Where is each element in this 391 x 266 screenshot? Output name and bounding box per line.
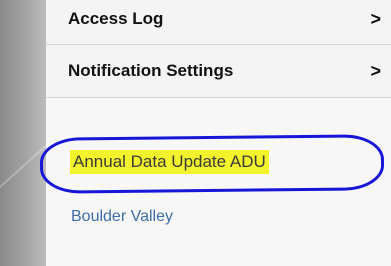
menu-item-label: Notification Settings — [68, 61, 234, 80]
links-section: Annual Data Update ADU Boulder Valley — [39, 98, 391, 266]
menu-item-notification-settings[interactable]: Notification Settings > — [46, 45, 391, 98]
chevron-right-icon: > — [370, 8, 381, 29]
chevron-right-icon: > — [370, 60, 381, 81]
menu-item-access-log[interactable]: Access Log > — [46, 0, 391, 45]
side-menu-panel: Access Log > Notification Settings > Ann… — [39, 0, 391, 266]
boulder-valley-link[interactable]: Boulder Valley — [71, 208, 173, 226]
menu-item-label: Access Log — [68, 9, 164, 28]
annual-data-update-link[interactable]: Annual Data Update ADU — [70, 150, 269, 174]
left-gutter-panel — [0, 0, 46, 266]
